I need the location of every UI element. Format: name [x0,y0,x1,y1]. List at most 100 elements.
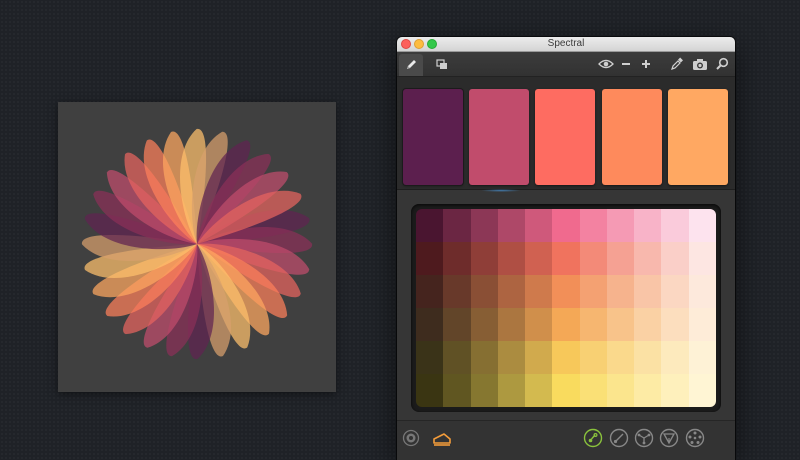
grid-cell[interactable] [661,242,689,275]
grid-cell[interactable] [661,374,689,407]
preview-button[interactable] [597,52,615,76]
pencil-icon [407,60,416,69]
grid-cell[interactable] [497,242,526,275]
camera-button[interactable] [691,52,709,76]
grid-cell[interactable] [416,374,444,407]
grid-cell[interactable] [443,341,471,374]
search-button[interactable] [714,52,730,76]
grid-cell[interactable] [606,341,635,374]
gradient-mode-icon [583,428,603,448]
grid-cell[interactable] [661,209,689,242]
grid-cell[interactable] [606,308,635,341]
grid-cell[interactable] [470,242,498,275]
grid-cell[interactable] [525,341,553,374]
grid-cell[interactable] [470,209,498,242]
plus-icon [642,60,650,68]
grid-cell[interactable] [661,275,689,308]
swatch-1[interactable] [403,89,463,185]
grid-cell[interactable] [661,341,689,374]
grid-cell[interactable] [416,275,444,308]
eyedropper-button[interactable] [669,52,685,76]
grid-cell[interactable] [416,341,444,374]
grid-cell[interactable] [470,275,498,308]
grid-cell[interactable] [606,209,635,242]
grid-cell[interactable] [443,275,471,308]
grid-cell[interactable] [470,341,498,374]
grid-cell[interactable] [525,308,553,341]
grid-cell[interactable] [470,308,498,341]
grid-cell[interactable] [634,374,662,407]
grid-cell[interactable] [497,275,526,308]
camera-icon [693,58,707,70]
add-color-button[interactable] [639,52,653,76]
grid-cell[interactable] [688,341,716,374]
mode-triad-button[interactable] [634,428,654,448]
grid-cell[interactable] [634,242,662,275]
mode-linear-button[interactable] [609,428,629,448]
titlebar[interactable]: Spectral [397,37,735,52]
color-grid[interactable] [416,209,716,407]
grid-cell[interactable] [416,242,444,275]
grid-cell[interactable] [579,275,607,308]
grid-cell[interactable] [497,374,526,407]
grid-cell[interactable] [634,308,662,341]
grid-cell[interactable] [525,242,553,275]
grid-cell[interactable] [688,275,716,308]
grid-cell[interactable] [606,242,635,275]
grid-cell[interactable] [688,374,716,407]
layers-icon [436,59,447,69]
mode-pentagon-button[interactable] [685,428,705,448]
grid-cell[interactable] [579,308,607,341]
mode-tetrad-button[interactable] [659,428,679,448]
grid-cell[interactable] [443,242,471,275]
selection-indicator [481,189,521,192]
grid-cell[interactable] [443,374,471,407]
swatch-2[interactable] [469,89,529,185]
grid-cell[interactable] [579,341,607,374]
grid-cell[interactable] [552,341,580,374]
grid-cell[interactable] [443,308,471,341]
grid-cell[interactable] [497,209,526,242]
artboard-button[interactable] [431,428,453,448]
swatch-3[interactable] [535,89,595,185]
grid-cell[interactable] [525,374,553,407]
grid-cell[interactable] [552,209,580,242]
grid-cell[interactable] [634,209,662,242]
grid-cell[interactable] [552,242,580,275]
grid-cell[interactable] [443,209,471,242]
remove-color-button[interactable] [619,52,633,76]
tab-layers[interactable] [430,52,454,76]
spectral-window: Spectral [397,37,735,460]
mode-gradient-button[interactable] [583,428,603,448]
grid-cell[interactable] [497,341,526,374]
grid-cell[interactable] [634,341,662,374]
grid-cell[interactable] [525,209,553,242]
grid-cell[interactable] [552,374,580,407]
grid-cell[interactable] [688,308,716,341]
grid-cell[interactable] [606,374,635,407]
grid-cell[interactable] [688,242,716,275]
color-wheel-button[interactable] [401,428,421,448]
grid-cell[interactable] [579,209,607,242]
palette-strip [397,77,735,190]
grid-cell[interactable] [688,209,716,242]
grid-cell[interactable] [606,275,635,308]
grid-cell[interactable] [634,275,662,308]
grid-cell[interactable] [579,374,607,407]
grid-cell[interactable] [552,275,580,308]
tetrad-mode-icon [659,428,679,448]
swatch-4[interactable] [602,89,662,185]
grid-cell[interactable] [416,209,444,242]
grid-cell[interactable] [579,242,607,275]
artboard-icon [433,433,451,446]
swatch-5[interactable] [668,89,728,185]
artwork-canvas [58,102,336,392]
grid-cell[interactable] [497,308,526,341]
grid-cell[interactable] [661,308,689,341]
tab-edit[interactable] [399,54,423,76]
grid-cell[interactable] [525,275,553,308]
grid-cell[interactable] [416,308,444,341]
grid-cell[interactable] [552,308,580,341]
grid-cell[interactable] [470,374,498,407]
bottom-bar [397,420,735,460]
